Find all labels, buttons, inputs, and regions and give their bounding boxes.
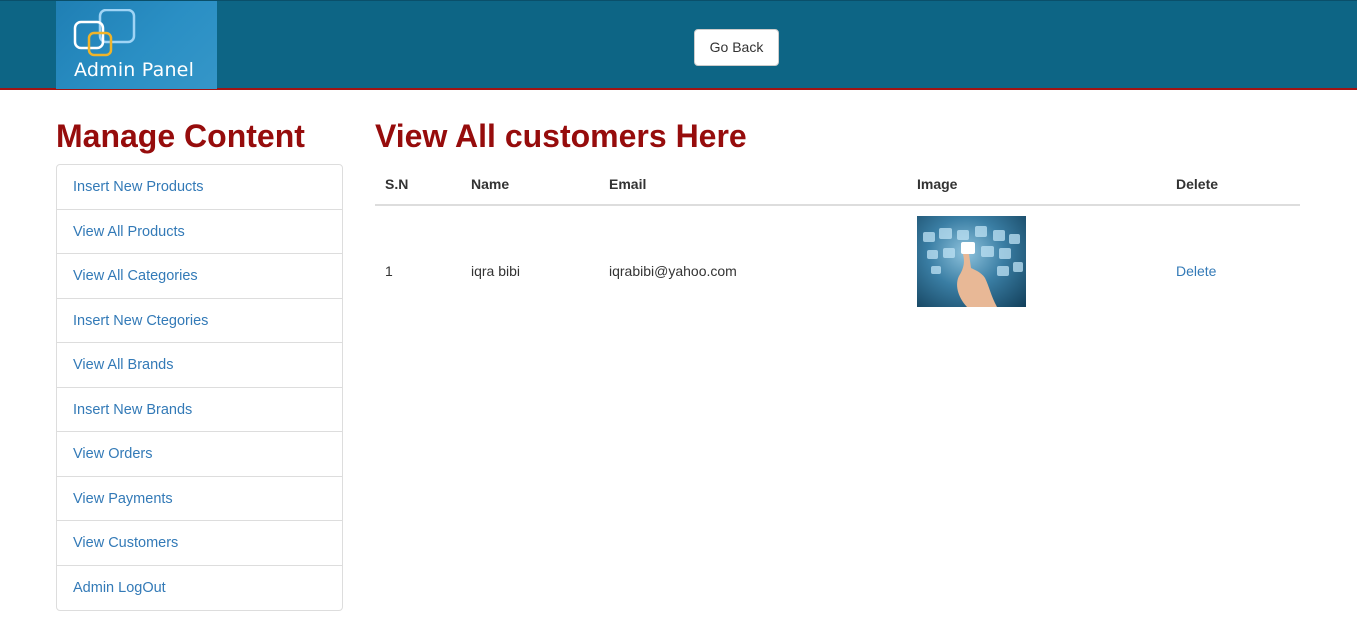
cell-name: iqra bibi <box>471 263 521 279</box>
table-header: S.N Name Email Image Delete <box>375 164 1300 206</box>
sidebar-title: Manage Content <box>56 118 305 154</box>
sidebar-item-insert-categories[interactable]: Insert New Ctegories <box>57 299 342 343</box>
sidebar-item-view-brands[interactable]: View All Brands <box>57 343 342 388</box>
admin-panel-logo[interactable]: Admin Panel <box>56 1 217 89</box>
sidebar-item-view-categories[interactable]: View All Categories <box>57 254 342 299</box>
column-header-email: Email <box>609 176 647 192</box>
column-header-delete: Delete <box>1176 176 1219 192</box>
sidebar-menu: Insert New Products View All Products Vi… <box>56 164 343 611</box>
cell-email: iqrabibi@yahoo.com <box>609 263 737 279</box>
top-header: Admin Panel Go Back <box>0 0 1357 90</box>
page-title: View All customers Here <box>375 118 747 154</box>
customers-table: S.N Name Email Image Delete 1 iqra bibi … <box>375 164 1300 316</box>
logo-squares-icon <box>73 9 136 57</box>
column-header-image: Image <box>917 176 958 192</box>
sidebar-item-view-products[interactable]: View All Products <box>57 210 342 254</box>
customer-photo-icon <box>917 216 1026 307</box>
column-header-name: Name <box>471 176 510 192</box>
logo-text: Admin Panel <box>74 59 195 81</box>
go-back-button[interactable]: Go Back <box>694 29 779 66</box>
sidebar-item-view-payments[interactable]: View Payments <box>57 477 342 521</box>
sidebar-item-view-customers[interactable]: View Customers <box>57 521 342 566</box>
sidebar-item-admin-logout[interactable]: Admin LogOut <box>57 566 342 611</box>
sidebar-item-insert-products[interactable]: Insert New Products <box>57 165 342 210</box>
sidebar-item-view-orders[interactable]: View Orders <box>57 432 342 477</box>
cell-sn: 1 <box>385 263 393 279</box>
delete-link[interactable]: Delete <box>1176 263 1216 279</box>
column-header-sn: S.N <box>385 176 409 192</box>
sidebar-item-insert-brands[interactable]: Insert New Brands <box>57 388 342 432</box>
table-row: 1 iqra bibi iqrabibi@yahoo.com Delete <box>375 206 1300 316</box>
